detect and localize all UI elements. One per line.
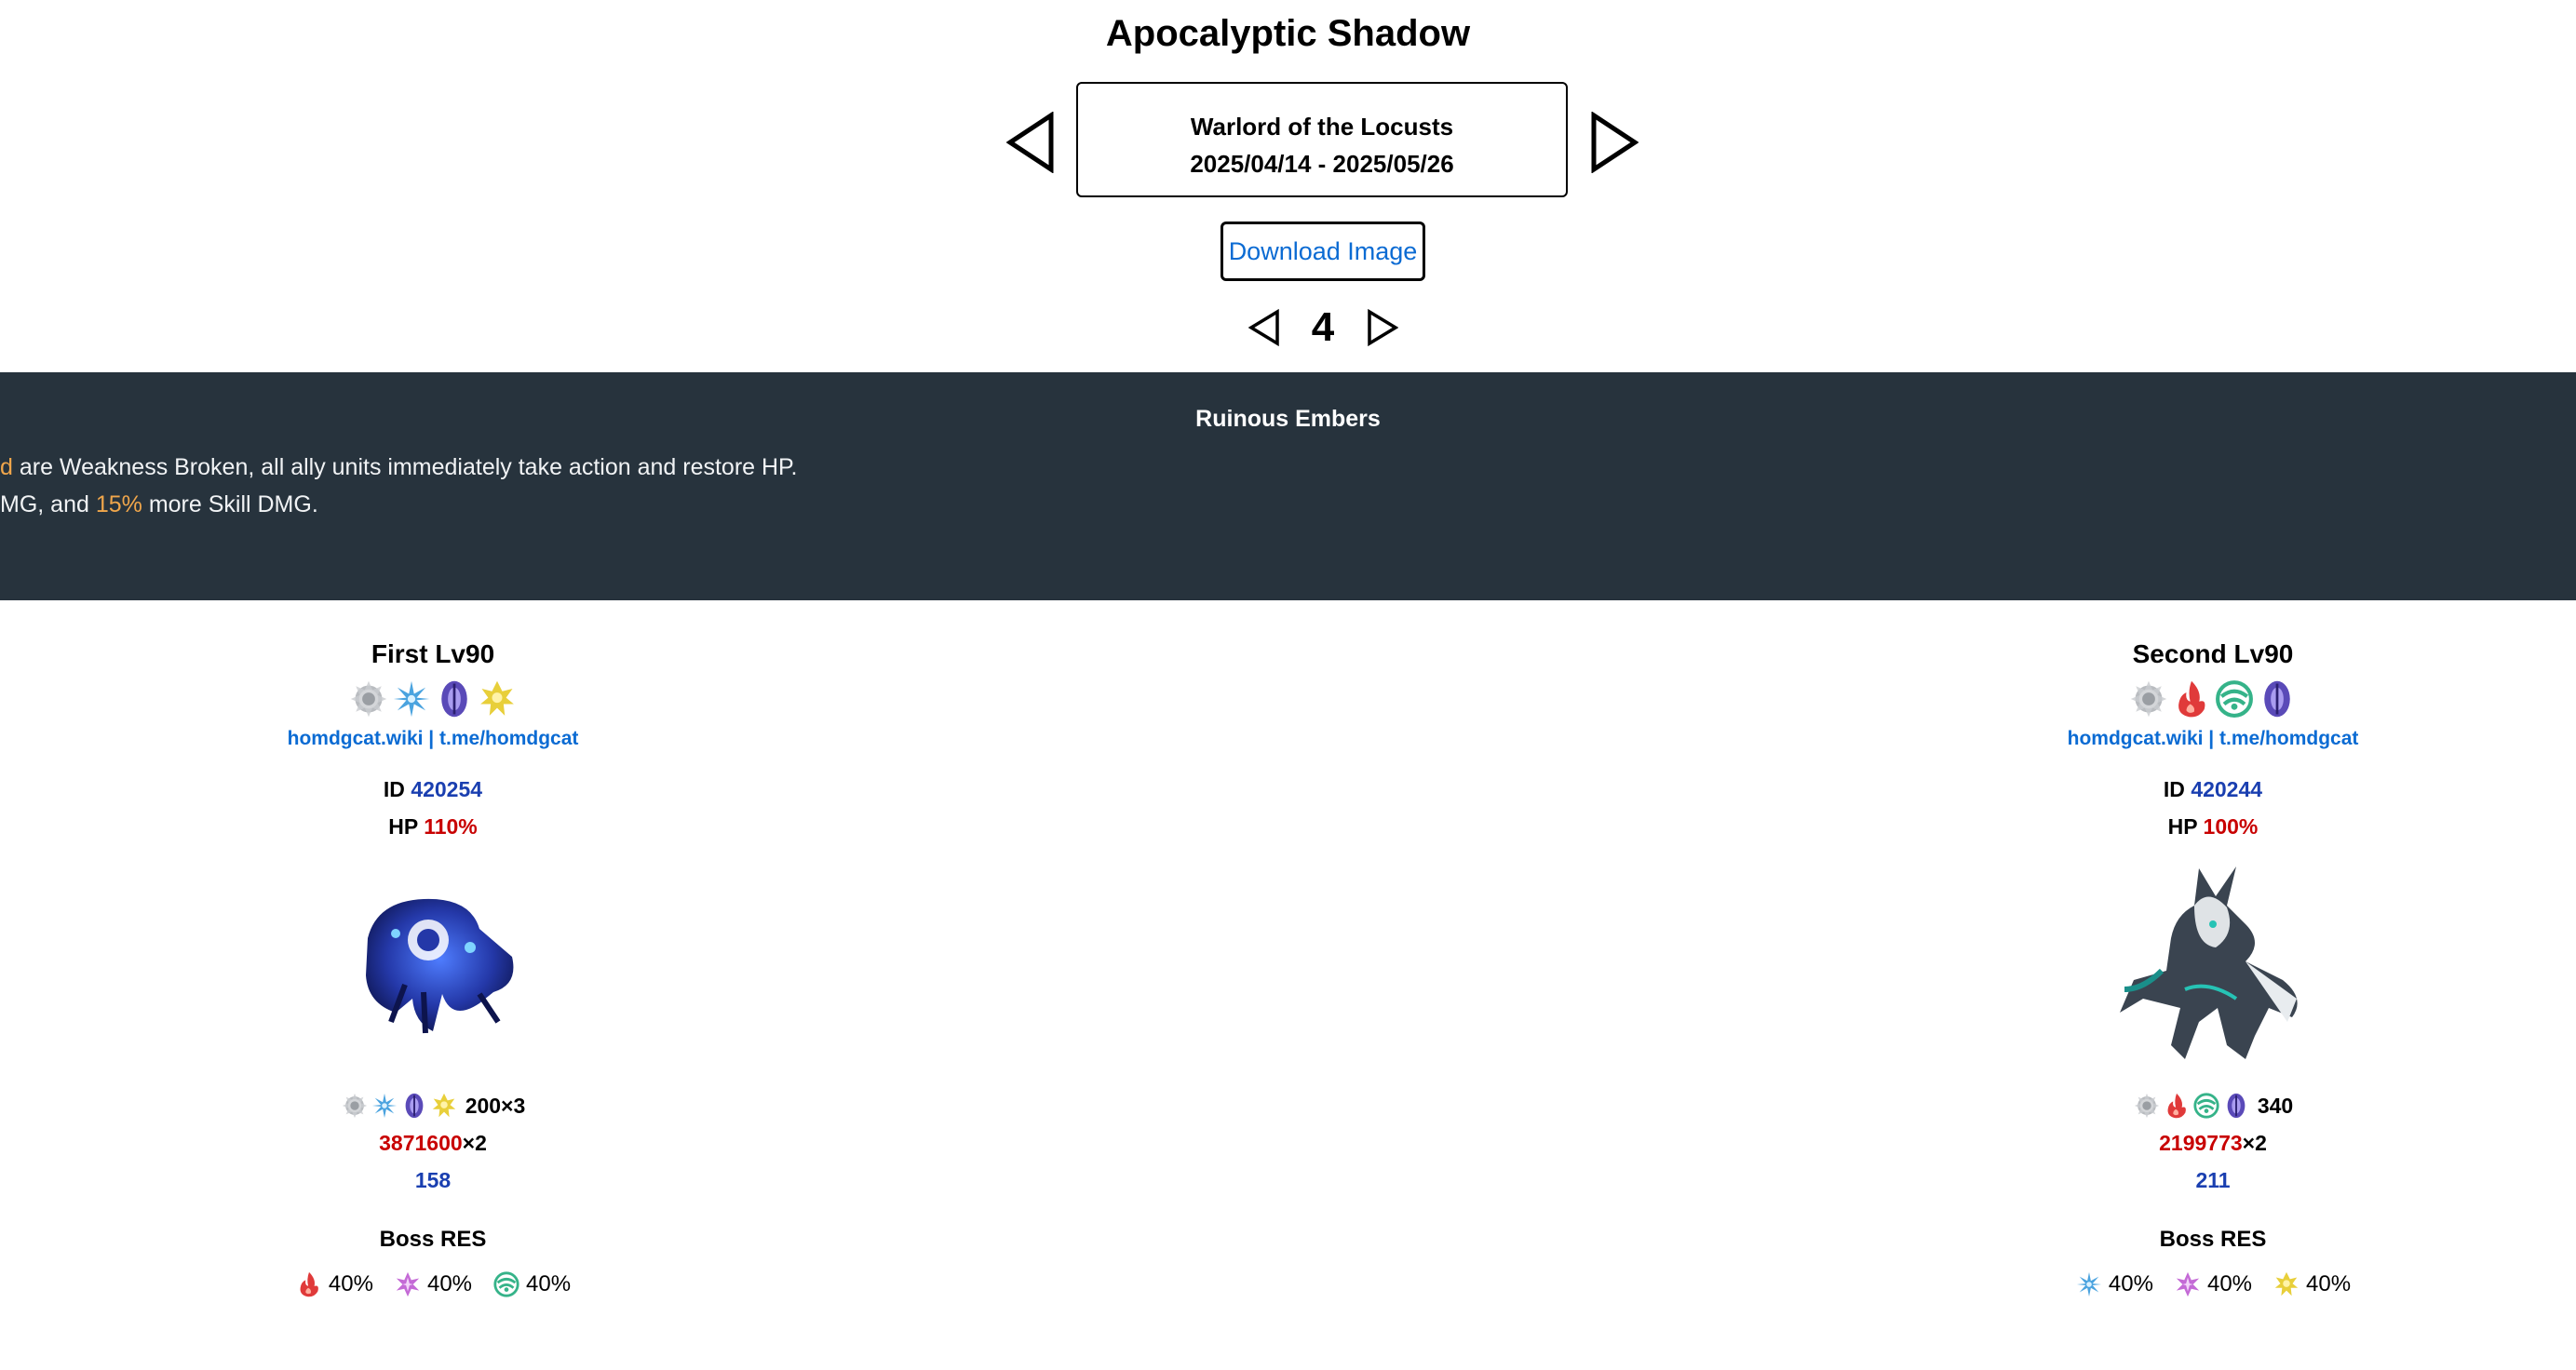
credit-link[interactable]: homdgcat.wiki | t.me/homdgcat <box>228 724 638 754</box>
boss-res-row: 40% 40% 40% <box>228 1258 638 1310</box>
hp-multiplier: ×2 <box>2242 1131 2267 1155</box>
res-item: 40% <box>295 1270 373 1298</box>
fire-icon <box>2163 1092 2191 1120</box>
imaginary-icon <box>2273 1270 2300 1298</box>
res-item: 40% <box>394 1270 472 1298</box>
id-value: 420254 <box>411 777 483 801</box>
toughness-row: 200×3 <box>228 1087 638 1124</box>
boss-res-row: 40% 40% 40% <box>2008 1258 2418 1310</box>
quantum-icon <box>2257 678 2298 719</box>
res-value: 40% <box>2108 1271 2153 1296</box>
quantum-icon <box>2222 1092 2250 1120</box>
next-boss-button[interactable] <box>1590 112 1639 173</box>
fire-icon <box>2171 678 2212 719</box>
buff-banner: Ruinous Embers d are Weakness Broken, al… <box>0 372 2576 600</box>
hp-number: 2199773 <box>2159 1131 2243 1155</box>
quantum-icon <box>434 678 475 719</box>
enemy-hp-total: 3871600×2 <box>228 1124 638 1162</box>
stage-number: 4 <box>1311 304 1335 350</box>
res-item: 40% <box>2075 1270 2153 1298</box>
buff-text: more Skill DMG. <box>142 491 318 517</box>
res-value: 40% <box>2206 1271 2253 1296</box>
imaginary-icon <box>477 678 518 719</box>
boss-dates: 2025/04/14 - 2025/05/26 <box>1190 150 1454 178</box>
prev-boss-button[interactable] <box>1006 112 1055 173</box>
res-value: 40% <box>2306 1271 2352 1296</box>
buff-text: are Weakness Broken, all ally units imme… <box>12 454 798 480</box>
buff-description-line: d are Weakness Broken, all ally units im… <box>0 449 797 486</box>
enemy-hp-scale: HP 100% <box>2008 808 2418 845</box>
buff-highlight: d <box>0 454 13 480</box>
enemy-id: ID 420254 <box>228 771 638 808</box>
wind-icon <box>2192 1092 2220 1120</box>
enemy-speed: 211 <box>2195 1168 2231 1192</box>
ice-icon <box>391 678 432 719</box>
next-stage-button[interactable] <box>1367 309 1398 346</box>
weakness-small-icons <box>341 1092 458 1120</box>
credit-link[interactable]: homdgcat.wiki | t.me/homdgcat <box>2008 724 2418 754</box>
weakness-small-icons <box>2133 1092 2250 1120</box>
id-label: ID <box>2163 777 2185 801</box>
page-title: Apocalyptic Shadow <box>1105 13 1471 54</box>
res-item: 40% <box>492 1270 571 1298</box>
buff-text: MG, and <box>0 491 96 517</box>
ice-icon <box>2075 1270 2103 1298</box>
wind-icon <box>2214 678 2255 719</box>
weakness-row <box>228 676 638 722</box>
enemy-hp-scale: HP 110% <box>228 808 638 845</box>
buff-highlight: 15% <box>95 491 142 517</box>
prev-stage-button[interactable] <box>1248 309 1280 346</box>
boss-selector: Warlord of the Locusts 2025/04/14 - 2025… <box>1076 82 1568 197</box>
res-value: 40% <box>526 1271 572 1296</box>
hp-number: 3871600 <box>379 1131 463 1155</box>
physical-icon <box>341 1092 369 1120</box>
enemy-id: ID 420244 <box>2008 771 2418 808</box>
enemy-card-first: First Lv90 homdgcat.wiki | t.me/homdgcat… <box>228 633 638 1310</box>
hp-label: HP <box>388 814 418 839</box>
hp-scale-value: 100% <box>2203 814 2259 839</box>
enemy-card-second: Second Lv90 homdgcat.wiki | t.me/homdgca… <box>2008 633 2418 1310</box>
physical-icon <box>348 678 389 719</box>
weakness-row <box>2008 676 2418 722</box>
res-item: 40% <box>2273 1270 2351 1298</box>
download-image-button[interactable]: Download Image <box>1221 222 1425 281</box>
physical-icon <box>2128 678 2169 719</box>
ice-icon <box>371 1092 398 1120</box>
res-item: 40% <box>2174 1270 2252 1298</box>
boss-name: Warlord of the Locusts <box>1190 113 1454 141</box>
toughness-value: 340 <box>2257 1093 2294 1118</box>
toughness-row: 340 <box>2008 1087 2418 1124</box>
physical-icon <box>2133 1092 2161 1120</box>
res-value: 40% <box>328 1271 373 1296</box>
quantum-icon <box>400 1092 428 1120</box>
enemy-speed: 158 <box>414 1168 452 1192</box>
enemy-header: Second Lv90 <box>2132 639 2294 668</box>
res-value: 40% <box>426 1271 473 1296</box>
id-value: 420244 <box>2191 777 2263 801</box>
lightning-icon <box>2174 1270 2202 1298</box>
wind-icon <box>492 1270 520 1298</box>
lightning-icon <box>394 1270 422 1298</box>
imaginary-icon <box>430 1092 458 1120</box>
hp-multiplier: ×2 <box>462 1131 487 1155</box>
enemy-hp-total: 2199773×2 <box>2008 1124 2418 1162</box>
fire-icon <box>295 1270 323 1298</box>
warlord-wolf-warrior-icon <box>2008 845 2418 1087</box>
id-label: ID <box>383 777 405 801</box>
toughness-value: 200×3 <box>465 1093 526 1118</box>
buff-description-line: MG, and 15% more Skill DMG. <box>0 486 318 523</box>
boss-res-header: Boss RES <box>379 1227 487 1252</box>
enemy-header: First Lv90 <box>371 639 495 668</box>
blue-armored-beast-icon <box>228 845 638 1087</box>
hp-scale-value: 110% <box>424 814 478 839</box>
hp-label: HP <box>2167 814 2198 839</box>
buff-title: Ruinous Embers <box>1195 406 1381 432</box>
boss-res-header: Boss RES <box>2159 1227 2267 1252</box>
